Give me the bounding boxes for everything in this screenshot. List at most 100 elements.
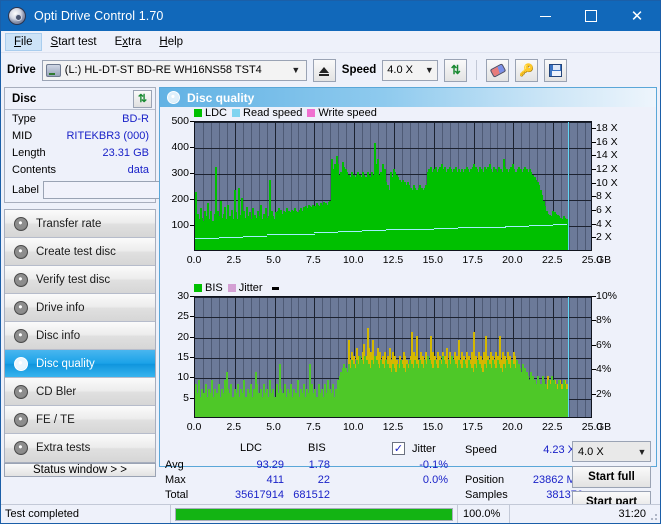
jitter-checkbox[interactable]: ✓ bbox=[392, 442, 405, 455]
eraser-icon bbox=[489, 62, 507, 78]
sidebar-item-drive-info[interactable]: Drive info bbox=[5, 294, 155, 322]
read-speed-line bbox=[291, 234, 315, 235]
sidebar-item-label: Verify test disc bbox=[36, 273, 111, 286]
x-axis-tick-label: 5.0 bbox=[266, 421, 281, 433]
legend-label: LDC bbox=[205, 107, 228, 119]
x-axis-tick-label: 17.5 bbox=[462, 421, 483, 433]
grid-line-vertical bbox=[577, 122, 578, 250]
y-axis-tick bbox=[190, 225, 194, 226]
read-speed-line bbox=[219, 237, 243, 238]
speed-select[interactable]: 4.0 X ▼ bbox=[382, 59, 439, 81]
disc-icon bbox=[8, 7, 26, 25]
menu-file[interactable]: FFileile bbox=[5, 32, 42, 51]
toolbar-divider bbox=[476, 60, 478, 80]
avg-bis-value: 1.78 bbox=[308, 459, 330, 471]
y2-axis-tick bbox=[592, 142, 596, 143]
resize-grip[interactable] bbox=[648, 511, 658, 521]
start-full-button[interactable]: Start full bbox=[572, 466, 651, 488]
bis-jitter-chart: BIS Jitter 5 10 15 20 25 30 2% 4% 6% 8% 10% 0.0 2.5 5.… bbox=[160, 282, 656, 440]
x-axis-tick-label: 10.0 bbox=[342, 421, 364, 433]
menu-start-test[interactable]: Start test bbox=[42, 33, 106, 51]
avg-ldc-value: 93.29 bbox=[256, 459, 284, 471]
y2-axis-tick-label: 4 X bbox=[596, 217, 612, 230]
x-axis-tick-label: 15.0 bbox=[422, 421, 444, 433]
sidebar-item-extra-tests[interactable]: Extra tests bbox=[5, 434, 155, 462]
y-axis-tick-label: 20 bbox=[177, 330, 189, 343]
disc-row-key: Length bbox=[12, 146, 46, 159]
progress-bar bbox=[175, 507, 453, 521]
grid-line-horizontal bbox=[195, 122, 591, 123]
disc-panel-header: Disc ⇅ bbox=[5, 88, 155, 110]
read-speed-line bbox=[553, 224, 567, 225]
y-axis-tick bbox=[190, 316, 194, 317]
keys-icon: 🔑 bbox=[519, 63, 535, 77]
y-axis-tick bbox=[190, 337, 194, 338]
app-window: Opti Drive Control 1.70 ✕ FFileile Start… bbox=[0, 0, 661, 524]
col-header-ldc: LDC bbox=[240, 442, 263, 454]
disc-icon bbox=[14, 300, 28, 315]
y-axis-tick-label: 25 bbox=[177, 310, 189, 323]
legend-label: Jitter bbox=[238, 282, 263, 294]
y2-axis-tick bbox=[592, 345, 596, 346]
sidebar-item-disc-quality[interactable]: Disc quality bbox=[5, 350, 155, 378]
keys-button[interactable]: 🔑 bbox=[515, 58, 539, 82]
sidebar-item-transfer-rate[interactable]: Transfer rate bbox=[5, 210, 155, 238]
drive-select[interactable]: (L:) HL-DT-ST BD-RE WH16NS58 TST4 ▼ bbox=[41, 59, 307, 81]
left-sidebar: Disc ⇅ Type BD-R MID RITEKBR3 (000) Leng… bbox=[4, 87, 245, 477]
legend-swatch bbox=[194, 109, 202, 117]
sidebar-item-verify-test-disc[interactable]: Verify test disc bbox=[5, 266, 155, 294]
erase-button[interactable] bbox=[486, 58, 510, 82]
status-bar: Test completed 100.0% 31:20 bbox=[1, 504, 660, 523]
y2-axis-tick-label: 12 X bbox=[596, 162, 618, 175]
sidebar-item-disc-info[interactable]: Disc info bbox=[5, 322, 155, 350]
x-axis-unit-label: GB bbox=[596, 421, 612, 433]
sidebar-item-cd-bler[interactable]: CD Bler bbox=[5, 378, 155, 406]
y2-axis-tick-label: 10 X bbox=[596, 176, 618, 189]
y-axis-tick-label: 100 bbox=[171, 219, 189, 231]
grid-line-horizontal bbox=[195, 297, 591, 298]
y-axis-tick-label: 15 bbox=[177, 351, 189, 363]
row-label-avg: Avg bbox=[165, 459, 184, 471]
disc-row-length: Length 23.31 GB bbox=[5, 144, 155, 161]
disc-icon bbox=[14, 412, 28, 427]
refresh-icon: ⇅ bbox=[450, 63, 461, 77]
y-axis-tick bbox=[190, 377, 194, 378]
status-window-button[interactable]: Status window > > bbox=[4, 463, 156, 477]
sidebar-item-create-test-disc[interactable]: Create test disc bbox=[5, 238, 155, 266]
refresh-button[interactable]: ⇅ bbox=[444, 58, 468, 82]
read-speed-line bbox=[338, 231, 362, 232]
sidebar-item-fe-te[interactable]: FE / TE bbox=[5, 406, 155, 434]
legend-item: Read speed bbox=[232, 107, 302, 119]
disc-icon bbox=[14, 216, 28, 231]
eject-button[interactable] bbox=[312, 58, 336, 82]
disc-refresh-button[interactable]: ⇅ bbox=[133, 89, 152, 108]
read-speed-line bbox=[386, 229, 410, 230]
speed-stat-value: 4.23 X bbox=[543, 444, 575, 456]
close-button[interactable]: ✕ bbox=[614, 1, 660, 31]
grid-line-vertical bbox=[585, 122, 586, 250]
sidebar-item-label: Disc quality bbox=[36, 357, 95, 370]
save-button[interactable] bbox=[544, 58, 568, 82]
y-axis-tick-label: 400 bbox=[171, 141, 189, 153]
menu-help[interactable]: Help bbox=[150, 33, 192, 51]
sidebar-item-label: Transfer rate bbox=[36, 217, 102, 230]
minimize-button[interactable] bbox=[522, 1, 568, 31]
legend-swatch bbox=[232, 109, 241, 117]
speed-select-value: 4.0 X bbox=[387, 64, 413, 76]
progress-fill bbox=[176, 508, 452, 520]
test-speed-select[interactable]: 4.0 X ▼ bbox=[572, 441, 651, 462]
test-speed-value: 4.0 X bbox=[578, 445, 604, 458]
y2-axis-tick-label: 10% bbox=[596, 290, 618, 302]
maximize-button[interactable] bbox=[568, 1, 614, 31]
bis-chart-legend: BIS Jitter bbox=[194, 282, 279, 294]
y-axis-tick-label: 200 bbox=[171, 193, 189, 205]
row-label-max: Max bbox=[165, 474, 186, 486]
sidebar-item-label: Drive info bbox=[36, 301, 85, 314]
x-axis-tick-label: 12.5 bbox=[382, 254, 404, 266]
disc-quality-icon bbox=[167, 91, 180, 104]
disc-icon bbox=[14, 328, 28, 343]
panel-title: Disc quality bbox=[187, 90, 255, 105]
y-axis-tick bbox=[190, 147, 194, 148]
menu-extra[interactable]: Extra bbox=[106, 33, 151, 51]
x-axis-tick-label: 10.0 bbox=[342, 254, 364, 266]
